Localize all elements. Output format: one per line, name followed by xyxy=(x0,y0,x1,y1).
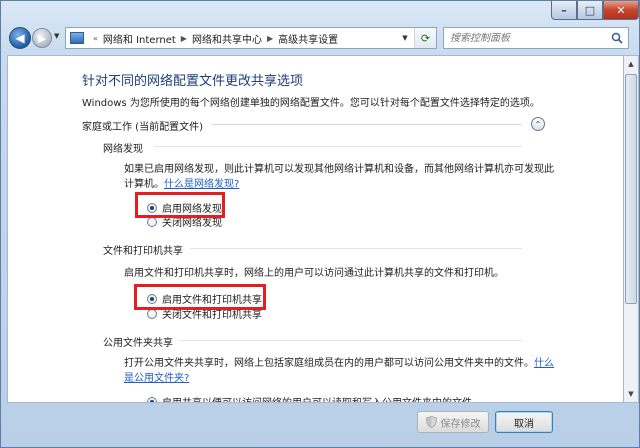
forward-arrow-icon: ▶ xyxy=(37,31,47,45)
divider xyxy=(190,248,522,249)
refresh-button[interactable]: ⟳ xyxy=(414,28,436,48)
navigation-bar: ◀ ▶ ▼ « 网络和 Internet ▶ 网络和共享中心 ▶ 高级共享设置 … xyxy=(1,23,639,53)
back-button[interactable]: ◀ xyxy=(9,27,31,49)
file-printer-title: 文件和打印机共享 xyxy=(103,246,183,257)
breadcrumb-network-sharing-center[interactable]: 网络和共享中心 xyxy=(192,31,262,46)
chevron-up-icon: ⌃ xyxy=(534,119,542,129)
back-arrow-icon: ◀ xyxy=(15,31,25,45)
title-bar: – □ ✕ xyxy=(1,1,639,23)
network-discovery-desc-line2: 计算机。什么是网络发现? xyxy=(124,177,554,192)
network-discovery-desc-line1: 如果已启用网络发现，则此计算机可以发现其他网络计算机和设备，而其他网络计算机亦可… xyxy=(124,164,554,175)
scroll-thumb[interactable] xyxy=(625,74,637,304)
search-box[interactable] xyxy=(443,27,629,49)
profile-title: 家庭或工作 (当前配置文件) xyxy=(82,122,203,133)
radio-button[interactable] xyxy=(147,396,157,402)
page-title: 针对不同的网络配置文件更改共享选项 xyxy=(82,74,304,89)
search-input[interactable] xyxy=(444,28,604,48)
network-discovery-help-link[interactable]: 什么是网络发现? xyxy=(164,179,239,190)
chevron-down-icon: ▼ xyxy=(54,32,60,40)
address-bar[interactable]: « 网络和 Internet ▶ 网络和共享中心 ▶ 高级共享设置 ▼ ⟳ xyxy=(65,27,437,49)
control-panel-window: – □ ✕ ◀ ▶ ▼ « 网络和 Internet ▶ 网络和共享中心 ▶ 高… xyxy=(0,0,640,448)
cancel-button[interactable]: 取消 xyxy=(495,411,553,433)
breadcrumb-separator-icon[interactable]: ▶ xyxy=(181,34,187,43)
radio-button[interactable] xyxy=(147,216,157,227)
public-folder-desc-text: 打开公用文件夹共享时，网络上包括家庭组成员在内的用户都可以访问公用文件夹中的文件… xyxy=(124,358,534,369)
radio-enable-public-folder[interactable]: 启用共享以便可以访问网络的用户可以读取和写入公用文件夹中的文件 xyxy=(147,394,472,402)
divider xyxy=(154,146,522,147)
radio-label: 启用共享以便可以访问网络的用户可以读取和写入公用文件夹中的文件 xyxy=(162,394,472,402)
search-icon[interactable] xyxy=(611,32,623,44)
button-bar: 保存修改 取消 xyxy=(1,405,639,447)
public-folder-title: 公用文件夹共享 xyxy=(103,338,173,349)
minimize-button[interactable]: – xyxy=(551,1,577,20)
public-folder-desc: 打开公用文件夹共享时，网络上包括家庭组成员在内的用户都可以访问公用文件夹中的文件… xyxy=(124,356,554,386)
divider xyxy=(212,124,522,125)
divider xyxy=(180,340,522,341)
scroll-down-button[interactable]: ▼ xyxy=(625,387,637,401)
scroll-up-button[interactable]: ▲ xyxy=(625,57,637,71)
forward-button[interactable]: ▶ xyxy=(32,28,52,48)
maximize-button[interactable]: □ xyxy=(577,1,603,20)
save-changes-button[interactable]: 保存修改 xyxy=(417,411,489,433)
vertical-scrollbar[interactable]: ▲ ▼ xyxy=(624,55,639,403)
network-discovery-title: 网络发现 xyxy=(103,144,143,155)
control-panel-icon xyxy=(70,32,84,44)
public-folder-help-link[interactable]: 是公用文件夹? xyxy=(124,373,189,384)
breadcrumb-separator-icon[interactable]: ▶ xyxy=(267,34,273,43)
settings-pane: 针对不同的网络配置文件更改共享选项 Windows 为您所使用的每个网络创建单独… xyxy=(7,55,624,403)
recent-pages-dropdown[interactable]: ▼ xyxy=(54,32,62,42)
network-discovery-desc-text: 计算机。 xyxy=(124,179,164,190)
save-button-label: 保存修改 xyxy=(440,418,481,430)
refresh-icon: ⟳ xyxy=(420,31,431,45)
close-button[interactable]: ✕ xyxy=(603,1,639,20)
cancel-button-label: 取消 xyxy=(514,418,534,430)
intro-text: Windows 为您所使用的每个网络创建单独的网络配置文件。您可以针对每个配置文… xyxy=(82,98,540,109)
radio-button[interactable] xyxy=(147,308,157,319)
address-dropdown[interactable]: ▼ xyxy=(398,28,412,48)
arrow-down-icon: ▼ xyxy=(628,390,634,398)
chevron-down-icon: ▼ xyxy=(402,34,408,42)
network-discovery-desc: 如果已启用网络发现，则此计算机可以发现其他网络计算机和设备，而其他网络计算机亦可… xyxy=(124,162,554,192)
collapse-profile-button[interactable]: ⌃ xyxy=(531,117,545,131)
file-printer-desc: 启用文件和打印机共享时，网络上的用户可以访问通过此计算机共享的文件和打印机。 xyxy=(124,268,504,279)
public-folder-help-link[interactable]: 什么 xyxy=(534,358,554,369)
breadcrumb-network-internet[interactable]: 网络和 Internet xyxy=(103,31,176,46)
red-highlight-box xyxy=(135,192,225,218)
red-highlight-box xyxy=(134,284,266,310)
shield-icon xyxy=(425,416,437,428)
arrow-up-icon: ▲ xyxy=(628,60,634,68)
breadcrumb-advanced-sharing[interactable]: 高级共享设置 xyxy=(278,31,338,46)
public-folder-desc-line2: 是公用文件夹? xyxy=(124,371,554,386)
breadcrumb-overflow-icon[interactable]: « xyxy=(93,34,98,43)
public-folder-desc-line1: 打开公用文件夹共享时，网络上包括家庭组成员在内的用户都可以访问公用文件夹中的文件… xyxy=(124,356,554,371)
